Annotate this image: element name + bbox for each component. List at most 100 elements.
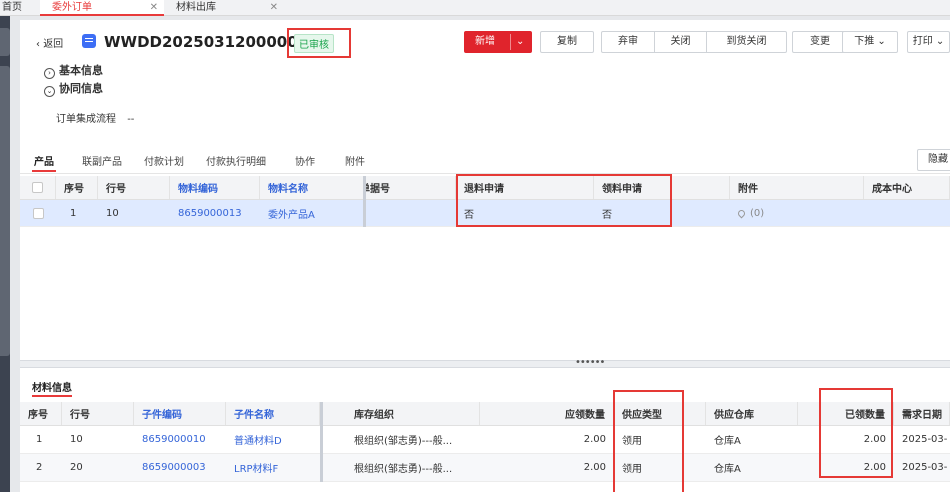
- hide-button[interactable]: 隐藏: [917, 149, 950, 171]
- select-all-checkbox[interactable]: [20, 176, 56, 199]
- change-button[interactable]: 变更: [792, 31, 848, 53]
- col-component-code[interactable]: 子件编码: [134, 402, 226, 425]
- cell-seq: 2: [36, 462, 43, 473]
- chevron-down-icon: ⌄: [935, 36, 945, 47]
- cell-picked-qty: 2.00: [863, 462, 886, 473]
- cell-pick-request[interactable]: 否: [594, 200, 730, 226]
- cell-required-qty: 2.00: [583, 462, 606, 473]
- cell-picked-qty: 2.00: [863, 434, 886, 445]
- table-header-row: 序号 行号 子件编码 子件名称 库存组织 应领数量 供应类型 供应仓库 已领数量…: [20, 402, 950, 426]
- row-checkbox[interactable]: [20, 200, 56, 226]
- col-required-qty[interactable]: 应领数量: [480, 402, 614, 425]
- cell-component-code[interactable]: 8659000010: [134, 426, 226, 453]
- col-line-no[interactable]: 行号: [62, 402, 134, 425]
- new-button[interactable]: 新增 ⌄: [464, 31, 532, 53]
- cell-component-code[interactable]: 8659000003: [134, 454, 226, 481]
- cell-required-qty: 2.00: [583, 434, 606, 445]
- attachment-count: (0): [750, 207, 765, 219]
- side-nav-block[interactable]: [0, 66, 10, 356]
- table-header-row: 序号 行号 物料编码 物料名称 单据号 退料申请 领料申请 附件 成本中心: [20, 176, 950, 200]
- cell-material-name[interactable]: 委外产品A: [260, 200, 364, 226]
- tab-payment-plan[interactable]: 付款计划: [144, 153, 184, 168]
- table-row[interactable]: 1 10 8659000010 普通材料D 根组织(邹志勇)---般... 2.…: [20, 426, 950, 454]
- tab-attachment[interactable]: 附件: [345, 153, 365, 168]
- col-supply-warehouse[interactable]: 供应仓库: [706, 402, 798, 425]
- close-icon[interactable]: ✕: [270, 0, 278, 15]
- tab-material-out[interactable]: 材料出库 ✕: [166, 0, 284, 16]
- arrival-close-button[interactable]: 到货关闭: [706, 32, 786, 52]
- col-stock-org[interactable]: 库存组织: [346, 402, 480, 425]
- cell-stock-org: 根组织(邹志勇)---般...: [354, 436, 453, 447]
- cell-attachment[interactable]: (0): [730, 200, 864, 226]
- table-row[interactable]: 1 10 8659000013 委外产品A 否 否 (0): [20, 200, 950, 227]
- tab-collaboration[interactable]: 协作: [295, 153, 315, 168]
- section-collab-info[interactable]: ⌄ 协同信息: [44, 80, 103, 97]
- checkbox[interactable]: [32, 207, 44, 219]
- tab-bar: 首页 委外订单 ✕ 材料出库 ✕: [0, 0, 950, 16]
- push-down-label: 下推: [854, 36, 875, 47]
- document-icon: [82, 34, 96, 48]
- cell-seq: 1: [70, 207, 77, 219]
- cell-component-name[interactable]: LRP材料F: [226, 454, 320, 481]
- tab-product[interactable]: 产品: [32, 153, 56, 172]
- flow-value: --: [127, 114, 135, 125]
- flow-field: 订单集成流程 --: [56, 110, 134, 125]
- doc-number: WWDD20250312000002: [104, 33, 309, 51]
- doc-header: ‹ 返回 WWDD20250312000002 已审核 新增 ⌄ 复制 弃审 关…: [20, 20, 950, 60]
- abandon-button[interactable]: 弃审: [602, 32, 654, 52]
- col-material-name[interactable]: 物料名称: [260, 176, 364, 199]
- main-panel: ‹ 返回 WWDD20250312000002 已审核 新增 ⌄ 复制 弃审 关…: [20, 20, 950, 492]
- cell-material-code[interactable]: 8659000013: [170, 200, 260, 226]
- col-supply-type[interactable]: 供应类型: [614, 402, 706, 425]
- cell-line-no: 20: [70, 462, 83, 473]
- pane-splitter[interactable]: ••••••: [20, 357, 950, 368]
- close-button[interactable]: 关闭: [654, 32, 706, 52]
- paperclip-icon: [736, 208, 747, 218]
- print-label: 打印: [912, 36, 933, 47]
- col-demand-date[interactable]: 需求日期: [894, 402, 950, 425]
- col-doc-no[interactable]: 单据号: [364, 176, 456, 199]
- push-down-button[interactable]: 下推 ⌄: [842, 31, 898, 53]
- table-row[interactable]: 2 20 8659000003 LRP材料F 根组织(邹志勇)---般... 2…: [20, 454, 950, 482]
- col-pick-request[interactable]: 领料申请: [594, 176, 730, 199]
- side-nav-block[interactable]: [0, 28, 10, 56]
- tab-payment-execution[interactable]: 付款执行明细: [206, 153, 266, 168]
- tab-co-product[interactable]: 联副产品: [82, 153, 122, 168]
- copy-button[interactable]: 复制: [540, 31, 594, 53]
- section-basic-info[interactable]: › 基本信息: [44, 62, 103, 79]
- cell-stock-org: 根组织(邹志勇)---般...: [354, 464, 453, 475]
- chevron-down-icon: ⌄: [877, 36, 886, 47]
- col-seq[interactable]: 序号: [56, 176, 98, 199]
- close-icon[interactable]: ✕: [150, 0, 158, 15]
- col-line-no[interactable]: 行号: [98, 176, 170, 199]
- cell-component-name[interactable]: 普通材料D: [226, 426, 320, 453]
- new-button-label: 新增: [475, 36, 495, 47]
- col-picked-qty[interactable]: 已领数量: [798, 402, 894, 425]
- chevron-down-icon: ⌄: [44, 86, 55, 97]
- product-tabs: 产品 联副产品 付款计划 付款执行明细 协作 附件: [20, 150, 950, 174]
- cell-line-no: 10: [106, 207, 119, 219]
- print-button[interactable]: 打印 ⌄: [907, 31, 950, 53]
- tab-home[interactable]: 首页: [0, 0, 36, 16]
- tab-outsource-order[interactable]: 委外订单 ✕: [40, 0, 164, 16]
- back-button[interactable]: ‹ 返回: [36, 35, 63, 50]
- col-cost-center[interactable]: 成本中心: [864, 176, 950, 199]
- cell-demand-date: 2025-03-: [902, 462, 948, 473]
- col-material-code[interactable]: 物料编码: [170, 176, 260, 199]
- drag-handle-icon[interactable]: ••••••: [575, 357, 605, 368]
- chevron-right-icon: ›: [44, 68, 55, 79]
- materials-title[interactable]: 材料信息: [32, 379, 72, 397]
- frozen-column-divider: [363, 176, 366, 227]
- chevron-down-icon[interactable]: ⌄: [516, 32, 524, 52]
- col-attachment[interactable]: 附件: [730, 176, 864, 199]
- tab-material-out-label: 材料出库: [176, 2, 216, 13]
- col-component-name[interactable]: 子件名称: [226, 402, 320, 425]
- col-return-request[interactable]: 退料申请: [456, 176, 594, 199]
- frozen-column-divider: [320, 402, 323, 482]
- cell-return-request[interactable]: 否: [456, 200, 594, 226]
- col-seq[interactable]: 序号: [20, 402, 62, 425]
- back-label: 返回: [43, 39, 64, 50]
- cell-seq: 1: [36, 434, 43, 445]
- checkbox[interactable]: [32, 182, 43, 193]
- flow-label: 订单集成流程: [56, 114, 116, 125]
